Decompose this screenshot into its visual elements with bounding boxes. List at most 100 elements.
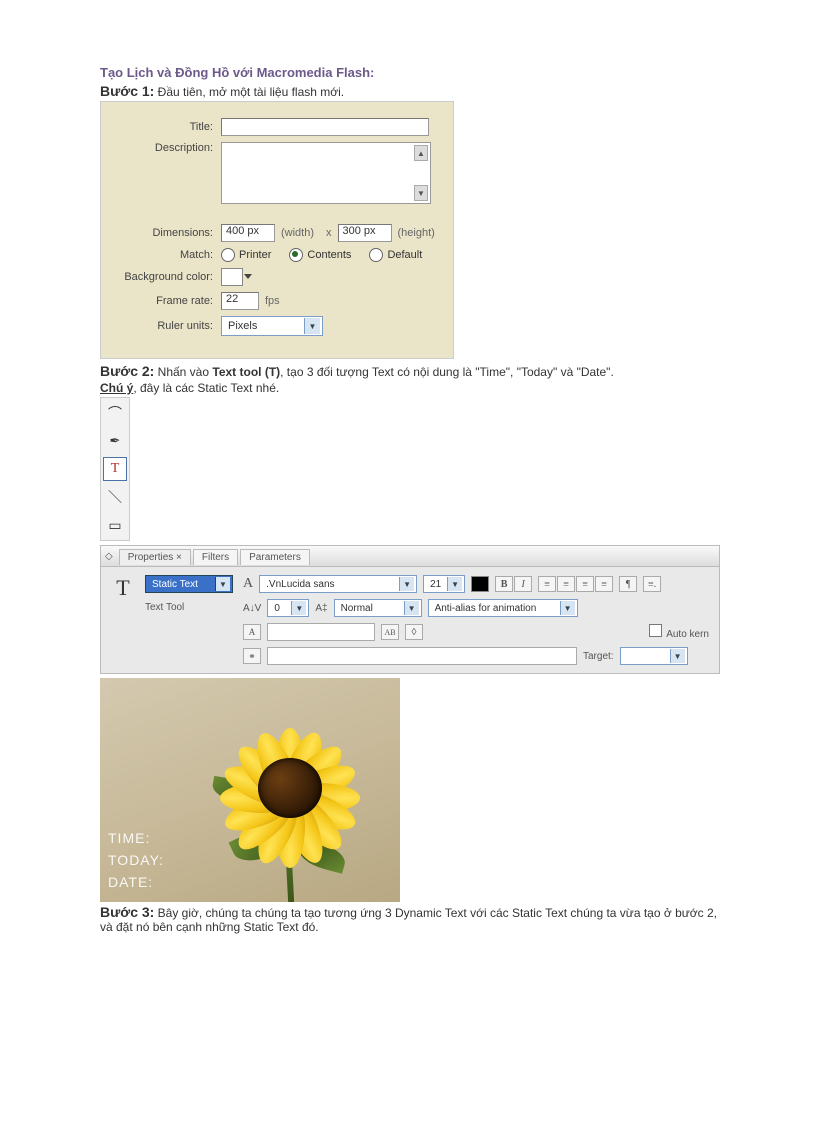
x-label: x — [326, 227, 332, 239]
align-justify-icon[interactable]: ≡ — [595, 576, 613, 592]
font-value: .VnLucida sans — [266, 579, 334, 590]
lasso-tool-icon[interactable]: ⌒ — [103, 401, 127, 425]
properties-panel: ◇ Properties × Filters Parameters T Stat… — [100, 545, 720, 674]
step2-label: Bước 2: — [100, 363, 154, 379]
tab-parameters[interactable]: Parameters — [240, 549, 310, 565]
chevron-down-icon: ▼ — [304, 318, 320, 334]
match-label: Match: — [113, 249, 221, 261]
tool-panel: ⌒ ✒ T ＼ ▭ — [100, 397, 130, 541]
title-label: Title: — [113, 121, 221, 133]
framerate-input[interactable]: 22 — [221, 292, 259, 310]
var-input[interactable] — [267, 623, 375, 641]
chevron-down-icon: ▼ — [560, 601, 575, 615]
step2-post: , tạo 3 đối tượng Text có nội dung là "T… — [280, 365, 614, 379]
scroll-down-icon[interactable]: ▼ — [414, 185, 428, 201]
width-unit: (width) — [281, 227, 314, 239]
ruler-label: Ruler units: — [113, 320, 221, 332]
bgcolor-swatch[interactable] — [221, 268, 243, 286]
align-center-icon[interactable]: ≡ — [557, 576, 575, 592]
bgcolor-label: Background color: — [113, 271, 221, 283]
step1-label: Bước 1: — [100, 83, 154, 99]
url-input[interactable] — [267, 647, 577, 665]
height-unit: (height) — [398, 227, 435, 239]
ruler-value: Pixels — [228, 320, 257, 332]
text-tool-bold: Text tool (T) — [212, 365, 280, 379]
position-value: Normal — [341, 603, 373, 614]
scroll-up-icon[interactable]: ▲ — [414, 145, 428, 161]
description-label: Description: — [113, 142, 221, 154]
selectable-icon[interactable]: A — [243, 624, 261, 640]
framerate-label: Frame rate: — [113, 295, 221, 307]
canvas-preview: TIME: TODAY: DATE: — [100, 678, 400, 902]
bold-button[interactable]: B — [495, 576, 513, 592]
text-type-select[interactable]: Static Text ▼ — [145, 575, 233, 593]
align-left-icon[interactable]: ≡ — [538, 576, 556, 592]
text-color-swatch[interactable] — [471, 576, 489, 592]
note-text: , đây là các Static Text nhé. — [133, 381, 279, 395]
canvas-text-labels: TIME: TODAY: DATE: — [108, 824, 164, 896]
step2-note: Chú ý, đây là các Static Text nhé. — [100, 381, 740, 395]
description-textarea[interactable]: ▲ ▼ — [221, 142, 431, 204]
document-properties-dialog: Title: Description: ▲ ▼ Dimensions: 400 … — [100, 101, 454, 359]
link-icon[interactable]: ⚭ — [243, 648, 261, 664]
step1-text: Đầu tiên, mở một tài liệu flash mới. — [154, 85, 344, 99]
text-tool-label: Text Tool — [145, 602, 233, 613]
step3-label: Bước 3: — [100, 904, 154, 920]
align-right-icon[interactable]: ≡ — [576, 576, 594, 592]
pen-tool-icon[interactable]: ✒ — [103, 429, 127, 453]
position-select[interactable]: Normal ▼ — [334, 599, 422, 617]
paragraph-icon[interactable]: ¶ — [619, 576, 637, 592]
note-label: Chú ý — [100, 381, 133, 395]
radio-contents-label: Contents — [307, 249, 351, 261]
ruler-select[interactable]: Pixels ▼ — [221, 316, 323, 336]
text-mode-icon: T — [111, 575, 135, 601]
step2-pre: Nhấn vào — [154, 365, 212, 379]
tab-properties[interactable]: Properties × — [119, 549, 191, 565]
height-input[interactable]: 300 px — [338, 224, 392, 242]
scrollbar[interactable]: ▲ ▼ — [414, 145, 428, 201]
letter-spacing-select[interactable]: 0 ▼ — [267, 599, 309, 617]
page-title: Tạo Lịch và Đồng Hồ với Macromedia Flash… — [100, 65, 740, 80]
radio-default-label: Default — [387, 249, 422, 261]
radio-printer[interactable]: Printer — [221, 248, 271, 262]
autokern-check[interactable]: Auto kern — [649, 624, 709, 640]
antialias-value: Anti-alias for animation — [435, 603, 537, 614]
font-select[interactable]: .VnLucida sans ▼ — [259, 575, 417, 593]
letter-spacing-value: 0 — [274, 603, 280, 614]
render-html-icon[interactable]: AB — [381, 624, 399, 640]
autokern-label: Auto kern — [666, 629, 709, 640]
text-type-value: Static Text — [152, 579, 198, 590]
text-tool-icon[interactable]: T — [103, 457, 127, 481]
dimensions-label: Dimensions: — [113, 227, 221, 239]
border-icon[interactable]: ◊ — [405, 624, 423, 640]
step3-line: Bước 3: Bây giờ, chúng ta chúng ta tạo t… — [100, 904, 720, 934]
fps-label: fps — [265, 295, 280, 307]
flower-center — [258, 758, 322, 818]
italic-button[interactable]: I — [514, 576, 532, 592]
time-text: TIME: — [108, 830, 164, 846]
chevron-down-icon: ▼ — [670, 649, 685, 663]
radio-contents[interactable]: Contents — [289, 248, 351, 262]
step3-text: Bây giờ, chúng ta chúng ta tạo tương ứng… — [100, 906, 717, 934]
font-size-value: 21 — [430, 579, 441, 590]
chevron-down-icon: ▼ — [447, 577, 462, 591]
rect-tool-icon[interactable]: ▭ — [103, 513, 127, 537]
title-input[interactable] — [221, 118, 429, 136]
chevron-down-icon: ▼ — [215, 577, 230, 591]
format-buttons: B I — [495, 576, 532, 592]
radio-printer-label: Printer — [239, 249, 271, 261]
antialias-select[interactable]: Anti-alias for animation ▼ — [428, 599, 578, 617]
width-input[interactable]: 400 px — [221, 224, 275, 242]
today-text: TODAY: — [108, 852, 164, 868]
edit-format-icon[interactable]: ≡. — [643, 576, 661, 592]
panel-tabs: ◇ Properties × Filters Parameters — [101, 546, 719, 567]
line-tool-icon[interactable]: ＼ — [103, 485, 127, 509]
chevron-down-icon: ▼ — [291, 601, 306, 615]
target-label: Target: — [583, 651, 614, 662]
radio-default[interactable]: Default — [369, 248, 422, 262]
target-select[interactable]: ▼ — [620, 647, 688, 665]
chevron-down-icon: ▼ — [399, 577, 414, 591]
tab-filters[interactable]: Filters — [193, 549, 238, 565]
align-buttons: ≡ ≡ ≡ ≡ — [538, 576, 613, 592]
font-size-select[interactable]: 21 ▼ — [423, 575, 465, 593]
